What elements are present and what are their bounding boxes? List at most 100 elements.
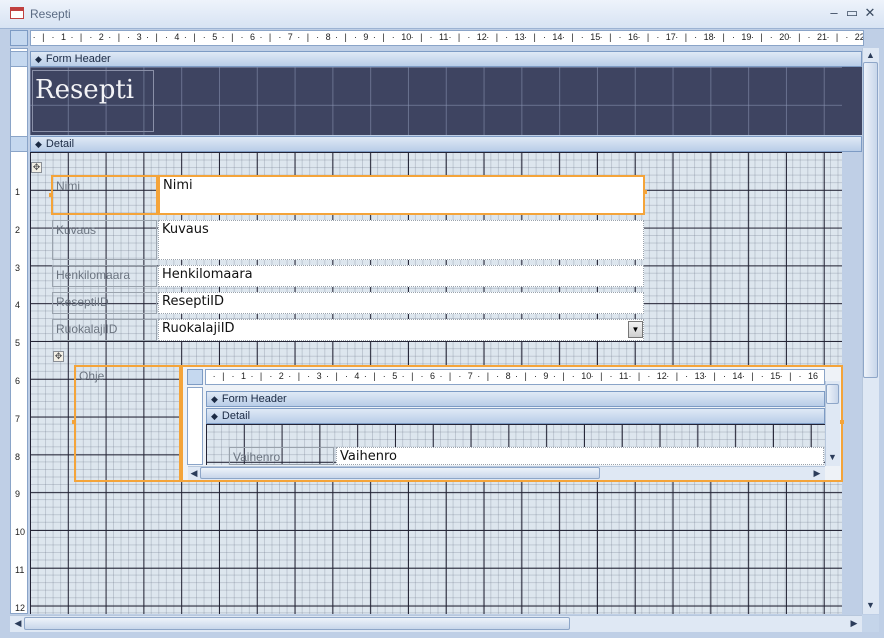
detail-section-bar[interactable]: ◆ Detail <box>30 136 862 152</box>
horizontal-ruler[interactable]: 1 · | · 2 · | · 3 · | · 4 · | · 5 · | · 6 · | · 7 · | · 8 · | · 9 · | · 10 · |… <box>30 30 864 46</box>
ruler-tick: · <box>590 371 594 381</box>
subform-vertical-ruler[interactable] <box>187 387 203 465</box>
ruler-tick: · <box>401 371 405 381</box>
ruler-tick: | <box>448 371 452 381</box>
subform-form-header-bar[interactable]: ◆ Form Header <box>206 391 825 407</box>
ruler-tick: · <box>259 32 263 42</box>
combobox-ruokalajiid[interactable]: RuokalajiID <box>158 319 644 341</box>
ruler-number: 2 <box>278 371 284 381</box>
ruler-tick: · <box>372 32 376 42</box>
ruler-tick: · <box>70 32 74 42</box>
resize-handle[interactable] <box>840 420 844 424</box>
ruler-number: 4 <box>354 371 360 381</box>
ruler-tick: · <box>382 371 386 381</box>
ruler-number: 10 <box>15 527 26 538</box>
ruler-number: 1 <box>15 187 21 197</box>
ruler-tick: | <box>675 371 679 381</box>
ruler-tick: | <box>268 32 272 42</box>
ruler-tick: · <box>410 32 414 42</box>
scroll-right-arrow-icon[interactable]: ▶ <box>848 618 860 629</box>
ruler-number: 6 <box>250 32 256 42</box>
label-henkilomaara[interactable]: Henkilomaara <box>52 265 157 287</box>
ruler-tick: · <box>164 32 168 42</box>
ruler-number: 6 <box>15 376 21 386</box>
ruler-tick: | <box>306 32 310 42</box>
scroll-left-arrow-icon[interactable]: ◀ <box>12 618 24 629</box>
form-title-label[interactable]: Resepti <box>32 70 154 132</box>
close-button[interactable]: ✕ <box>862 5 878 21</box>
ruler-number: 5 <box>212 32 218 42</box>
ruler-number: 6 <box>430 371 436 381</box>
resize-handle[interactable] <box>49 193 53 197</box>
subform-hscroll-thumb[interactable] <box>200 467 600 479</box>
ruler-tick: · <box>127 32 131 42</box>
move-handle-icon[interactable]: ✥ <box>53 351 64 362</box>
restore-button[interactable]: ▭ <box>844 5 860 21</box>
vertical-ruler[interactable]: 1 2 3 4 5 6 7 8 9 10 11 12 <box>10 48 28 614</box>
textbox-reseptiid[interactable]: ReseptiID <box>158 292 644 314</box>
label-kuvaus[interactable]: Kuvaus <box>52 220 157 260</box>
label-nimi[interactable]: Nimi <box>51 175 158 215</box>
ruler-tick: | <box>798 32 801 42</box>
ruler-tick: · <box>515 371 519 381</box>
ruler-tick: | <box>571 32 574 42</box>
ruler-tick: · <box>685 371 689 381</box>
subform-detail-bar[interactable]: ◆ Detail <box>206 408 825 424</box>
ruler-tick: | <box>609 32 612 42</box>
ruler-tick: · <box>694 32 698 42</box>
ruler-tick: · <box>731 32 735 42</box>
ruler-tick: · <box>713 32 717 42</box>
ruler-number: 2 <box>15 224 21 235</box>
dropdown-arrow-icon[interactable]: ▼ <box>628 321 643 338</box>
ruler-tick: · <box>618 32 622 42</box>
resize-handle[interactable] <box>72 420 76 424</box>
ruler-number: 3 <box>15 262 21 273</box>
subform-horizontal-ruler[interactable]: 1 · | · 2 · | · 3 · | · 4 · | · 5 · | · 6 · | · 7 · | · 8 · | · 9 · | · 10 · |… <box>205 369 825 385</box>
horizontal-scroll-thumb[interactable] <box>24 617 570 630</box>
scroll-left-arrow-icon[interactable]: ◀ <box>189 468 199 479</box>
subform-vscroll-thumb[interactable] <box>826 384 839 404</box>
textbox-nimi[interactable]: Nimi <box>158 175 645 215</box>
minimize-button[interactable]: – <box>826 5 842 21</box>
ruler-tick: · <box>788 32 792 42</box>
vertical-scroll-thumb[interactable] <box>863 62 878 378</box>
ruler-tick: · <box>552 371 556 381</box>
ruler-number: 9 <box>15 489 21 500</box>
ruler-tick: | <box>335 371 338 381</box>
scroll-right-arrow-icon[interactable]: ▶ <box>812 468 822 479</box>
resize-handle[interactable] <box>643 190 647 194</box>
section-arrow-icon: ◆ <box>35 139 42 149</box>
textbox-kuvaus[interactable]: Kuvaus <box>158 220 644 260</box>
ruler-number: 7 <box>15 413 21 424</box>
subform-selector[interactable] <box>187 369 203 385</box>
label-reseptiid[interactable]: ReseptiID <box>52 292 157 314</box>
ruler-tick: · <box>675 32 679 42</box>
ruler-tick: | <box>751 371 754 381</box>
scroll-down-arrow-icon[interactable]: ▼ <box>826 452 839 462</box>
label-vaihenro[interactable]: Vaihenro <box>229 447 334 465</box>
size-grip[interactable] <box>862 615 879 632</box>
detail-section-selector[interactable] <box>10 136 28 152</box>
ruler-tick: · <box>826 32 830 42</box>
ruler-tick: | <box>760 32 763 42</box>
ruler-number: 8 <box>505 371 511 381</box>
ruler-tick: · <box>637 32 641 42</box>
move-handle-icon[interactable]: ✥ <box>31 162 42 173</box>
textbox-henkilomaara[interactable]: Henkilomaara <box>158 265 644 287</box>
ruler-tick: | <box>222 371 225 381</box>
textbox-vaihenro[interactable]: Vaihenro <box>336 447 824 465</box>
ruler-tick: · <box>496 371 500 381</box>
ruler-tick: · <box>353 32 357 42</box>
label-ruokalajiid[interactable]: RuokalajiID <box>52 319 157 341</box>
scroll-up-arrow-icon[interactable]: ▲ <box>863 50 878 60</box>
header-section-selector[interactable] <box>10 51 28 67</box>
form-header-section-bar[interactable]: ◆ Form Header <box>30 51 862 67</box>
scroll-down-arrow-icon[interactable]: ▼ <box>863 600 878 610</box>
form-header-extension <box>842 67 862 135</box>
ruler-tick: | <box>344 32 347 42</box>
ruler-number: 3 <box>316 371 322 381</box>
ruler-tick: · <box>202 32 206 42</box>
label-ohje[interactable]: Ohje <box>74 365 181 482</box>
form-selector[interactable] <box>10 30 28 46</box>
ruler-tick: · <box>750 32 754 42</box>
